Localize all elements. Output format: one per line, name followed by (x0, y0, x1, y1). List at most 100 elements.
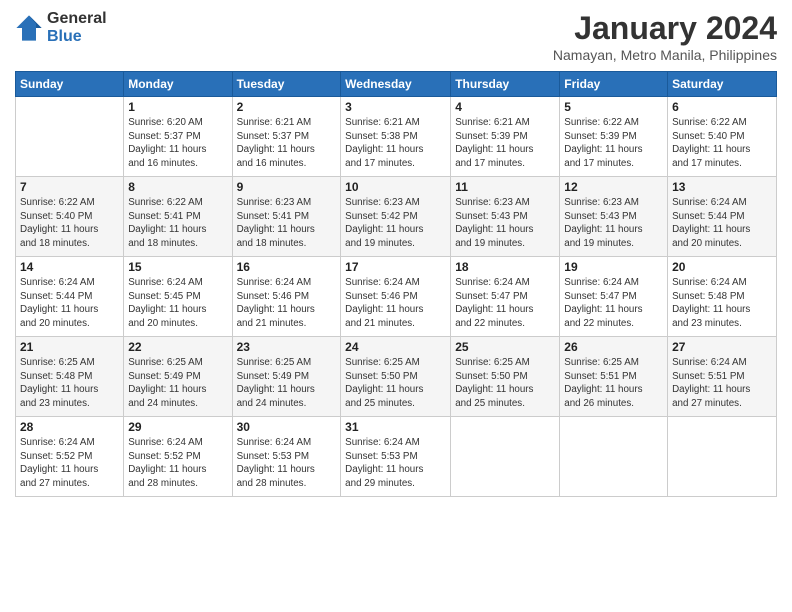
day-info: Sunrise: 6:25 AMSunset: 5:48 PMDaylight:… (20, 356, 119, 411)
logo-icon (15, 14, 43, 42)
day-number: 18 (455, 260, 555, 274)
day-info: Sunrise: 6:23 AMSunset: 5:43 PMDaylight:… (564, 196, 663, 251)
day-number: 11 (455, 180, 555, 194)
calendar-header-row: SundayMondayTuesdayWednesdayThursdayFrid… (16, 72, 777, 97)
day-number: 10 (345, 180, 446, 194)
calendar-body: 1 Sunrise: 6:20 AMSunset: 5:37 PMDaylight… (16, 97, 777, 497)
page: General Blue January 2024 Namayan, Metro… (0, 0, 792, 612)
calendar-week-row: 21 Sunrise: 6:25 AMSunset: 5:48 PMDayligh… (16, 337, 777, 417)
calendar-cell: 18Sunrise: 6:24 AMSunset: 5:47 PMDayligh… (451, 257, 560, 337)
day-info: Sunrise: 6:23 AMSunset: 5:43 PMDaylight:… (455, 196, 555, 251)
calendar-cell: 23 Sunrise: 6:25 AMSunset: 5:49 PMDayligh… (232, 337, 341, 417)
day-info: Sunrise: 6:25 AMSunset: 5:50 PMDaylight:… (455, 356, 555, 411)
day-number: 23 (237, 340, 337, 354)
day-info: Sunrise: 6:24 AMSunset: 5:45 PMDaylight:… (128, 276, 227, 331)
day-number: 4 (455, 100, 555, 114)
logo: General Blue (15, 10, 107, 45)
day-info: Sunrise: 6:24 AMSunset: 5:53 PMDaylight:… (237, 436, 337, 491)
calendar-cell: 17Sunrise: 6:24 AMSunset: 5:46 PMDayligh… (341, 257, 451, 337)
calendar-cell: 25 Sunrise: 6:25 AMSunset: 5:50 PMDayligh… (451, 337, 560, 417)
calendar-week-row: 1 Sunrise: 6:20 AMSunset: 5:37 PMDaylight… (16, 97, 777, 177)
calendar-cell: 15Sunrise: 6:24 AMSunset: 5:45 PMDayligh… (124, 257, 232, 337)
day-number: 30 (237, 420, 337, 434)
day-info: Sunrise: 6:22 AMSunset: 5:39 PMDaylight:… (564, 116, 663, 171)
day-info: Sunrise: 6:20 AMSunset: 5:37 PMDaylight:… (128, 116, 227, 171)
calendar-cell (451, 417, 560, 497)
calendar-cell: 14 Sunrise: 6:24 AMSunset: 5:44 PMDayligh… (16, 257, 124, 337)
day-number: 1 (128, 100, 227, 114)
calendar-table: SundayMondayTuesdayWednesdayThursdayFrid… (15, 71, 777, 497)
calendar-cell: 3Sunrise: 6:21 AMSunset: 5:38 PMDaylight… (341, 97, 451, 177)
day-number: 5 (564, 100, 663, 114)
day-number: 2 (237, 100, 337, 114)
calendar-cell: 11 Sunrise: 6:23 AMSunset: 5:43 PMDayligh… (451, 177, 560, 257)
calendar-weekday-header: Wednesday (341, 72, 451, 97)
calendar-cell: 1 Sunrise: 6:20 AMSunset: 5:37 PMDaylight… (124, 97, 232, 177)
calendar-cell: 31Sunrise: 6:24 AMSunset: 5:53 PMDayligh… (341, 417, 451, 497)
calendar-cell: 16 Sunrise: 6:24 AMSunset: 5:46 PMDayligh… (232, 257, 341, 337)
day-number: 21 (20, 340, 119, 354)
calendar-cell: 7 Sunrise: 6:22 AMSunset: 5:40 PMDaylight… (16, 177, 124, 257)
calendar-weekday-header: Tuesday (232, 72, 341, 97)
day-number: 24 (345, 340, 446, 354)
calendar-cell: 28 Sunrise: 6:24 AMSunset: 5:52 PMDayligh… (16, 417, 124, 497)
day-info: Sunrise: 6:24 AMSunset: 5:48 PMDaylight:… (672, 276, 772, 331)
day-info: Sunrise: 6:24 AMSunset: 5:44 PMDaylight:… (20, 276, 119, 331)
day-number: 9 (237, 180, 337, 194)
day-info: Sunrise: 6:24 AMSunset: 5:52 PMDaylight:… (20, 436, 119, 491)
calendar-cell (668, 417, 777, 497)
day-info: Sunrise: 6:21 AMSunset: 5:39 PMDaylight:… (455, 116, 555, 171)
day-info: Sunrise: 6:24 AMSunset: 5:52 PMDaylight:… (128, 436, 227, 491)
calendar-cell: 10 Sunrise: 6:23 AMSunset: 5:42 PMDayligh… (341, 177, 451, 257)
day-info: Sunrise: 6:24 AMSunset: 5:46 PMDaylight:… (237, 276, 337, 331)
calendar-weekday-header: Saturday (668, 72, 777, 97)
calendar-cell: 24 Sunrise: 6:25 AMSunset: 5:50 PMDayligh… (341, 337, 451, 417)
logo-general-text: General (47, 10, 107, 28)
calendar-week-row: 28 Sunrise: 6:24 AMSunset: 5:52 PMDayligh… (16, 417, 777, 497)
day-info: Sunrise: 6:23 AMSunset: 5:41 PMDaylight:… (237, 196, 337, 251)
day-number: 6 (672, 100, 772, 114)
calendar-weekday-header: Friday (560, 72, 668, 97)
day-info: Sunrise: 6:23 AMSunset: 5:42 PMDaylight:… (345, 196, 446, 251)
day-info: Sunrise: 6:21 AMSunset: 5:37 PMDaylight:… (237, 116, 337, 171)
day-number: 8 (128, 180, 227, 194)
day-number: 28 (20, 420, 119, 434)
calendar-cell: 6 Sunrise: 6:22 AMSunset: 5:40 PMDaylight… (668, 97, 777, 177)
day-number: 16 (237, 260, 337, 274)
calendar-cell: 22Sunrise: 6:25 AMSunset: 5:49 PMDayligh… (124, 337, 232, 417)
calendar-cell: 2 Sunrise: 6:21 AMSunset: 5:37 PMDaylight… (232, 97, 341, 177)
calendar-cell: 21 Sunrise: 6:25 AMSunset: 5:48 PMDayligh… (16, 337, 124, 417)
calendar-cell: 12Sunrise: 6:23 AMSunset: 5:43 PMDayligh… (560, 177, 668, 257)
calendar-cell (16, 97, 124, 177)
calendar-week-row: 14 Sunrise: 6:24 AMSunset: 5:44 PMDayligh… (16, 257, 777, 337)
day-number: 20 (672, 260, 772, 274)
calendar-cell: 5 Sunrise: 6:22 AMSunset: 5:39 PMDaylight… (560, 97, 668, 177)
day-number: 19 (564, 260, 663, 274)
day-info: Sunrise: 6:25 AMSunset: 5:50 PMDaylight:… (345, 356, 446, 411)
day-info: Sunrise: 6:24 AMSunset: 5:46 PMDaylight:… (345, 276, 446, 331)
day-info: Sunrise: 6:22 AMSunset: 5:41 PMDaylight:… (128, 196, 227, 251)
day-number: 31 (345, 420, 446, 434)
day-info: Sunrise: 6:25 AMSunset: 5:49 PMDaylight:… (128, 356, 227, 411)
header: General Blue January 2024 Namayan, Metro… (15, 10, 777, 63)
calendar-weekday-header: Thursday (451, 72, 560, 97)
day-number: 14 (20, 260, 119, 274)
calendar-cell: 20 Sunrise: 6:24 AMSunset: 5:48 PMDayligh… (668, 257, 777, 337)
location: Namayan, Metro Manila, Philippines (553, 47, 777, 63)
calendar-cell: 4 Sunrise: 6:21 AMSunset: 5:39 PMDaylight… (451, 97, 560, 177)
calendar-cell: 30 Sunrise: 6:24 AMSunset: 5:53 PMDayligh… (232, 417, 341, 497)
calendar-cell: 27Sunrise: 6:24 AMSunset: 5:51 PMDayligh… (668, 337, 777, 417)
calendar-cell: 19Sunrise: 6:24 AMSunset: 5:47 PMDayligh… (560, 257, 668, 337)
calendar-week-row: 7 Sunrise: 6:22 AMSunset: 5:40 PMDaylight… (16, 177, 777, 257)
day-number: 13 (672, 180, 772, 194)
logo-blue-text: Blue (47, 28, 107, 46)
calendar-cell: 13Sunrise: 6:24 AMSunset: 5:44 PMDayligh… (668, 177, 777, 257)
day-info: Sunrise: 6:22 AMSunset: 5:40 PMDaylight:… (672, 116, 772, 171)
day-info: Sunrise: 6:24 AMSunset: 5:51 PMDaylight:… (672, 356, 772, 411)
day-info: Sunrise: 6:25 AMSunset: 5:49 PMDaylight:… (237, 356, 337, 411)
day-number: 29 (128, 420, 227, 434)
calendar-cell: 9 Sunrise: 6:23 AMSunset: 5:41 PMDaylight… (232, 177, 341, 257)
day-number: 7 (20, 180, 119, 194)
day-number: 25 (455, 340, 555, 354)
day-info: Sunrise: 6:22 AMSunset: 5:40 PMDaylight:… (20, 196, 119, 251)
